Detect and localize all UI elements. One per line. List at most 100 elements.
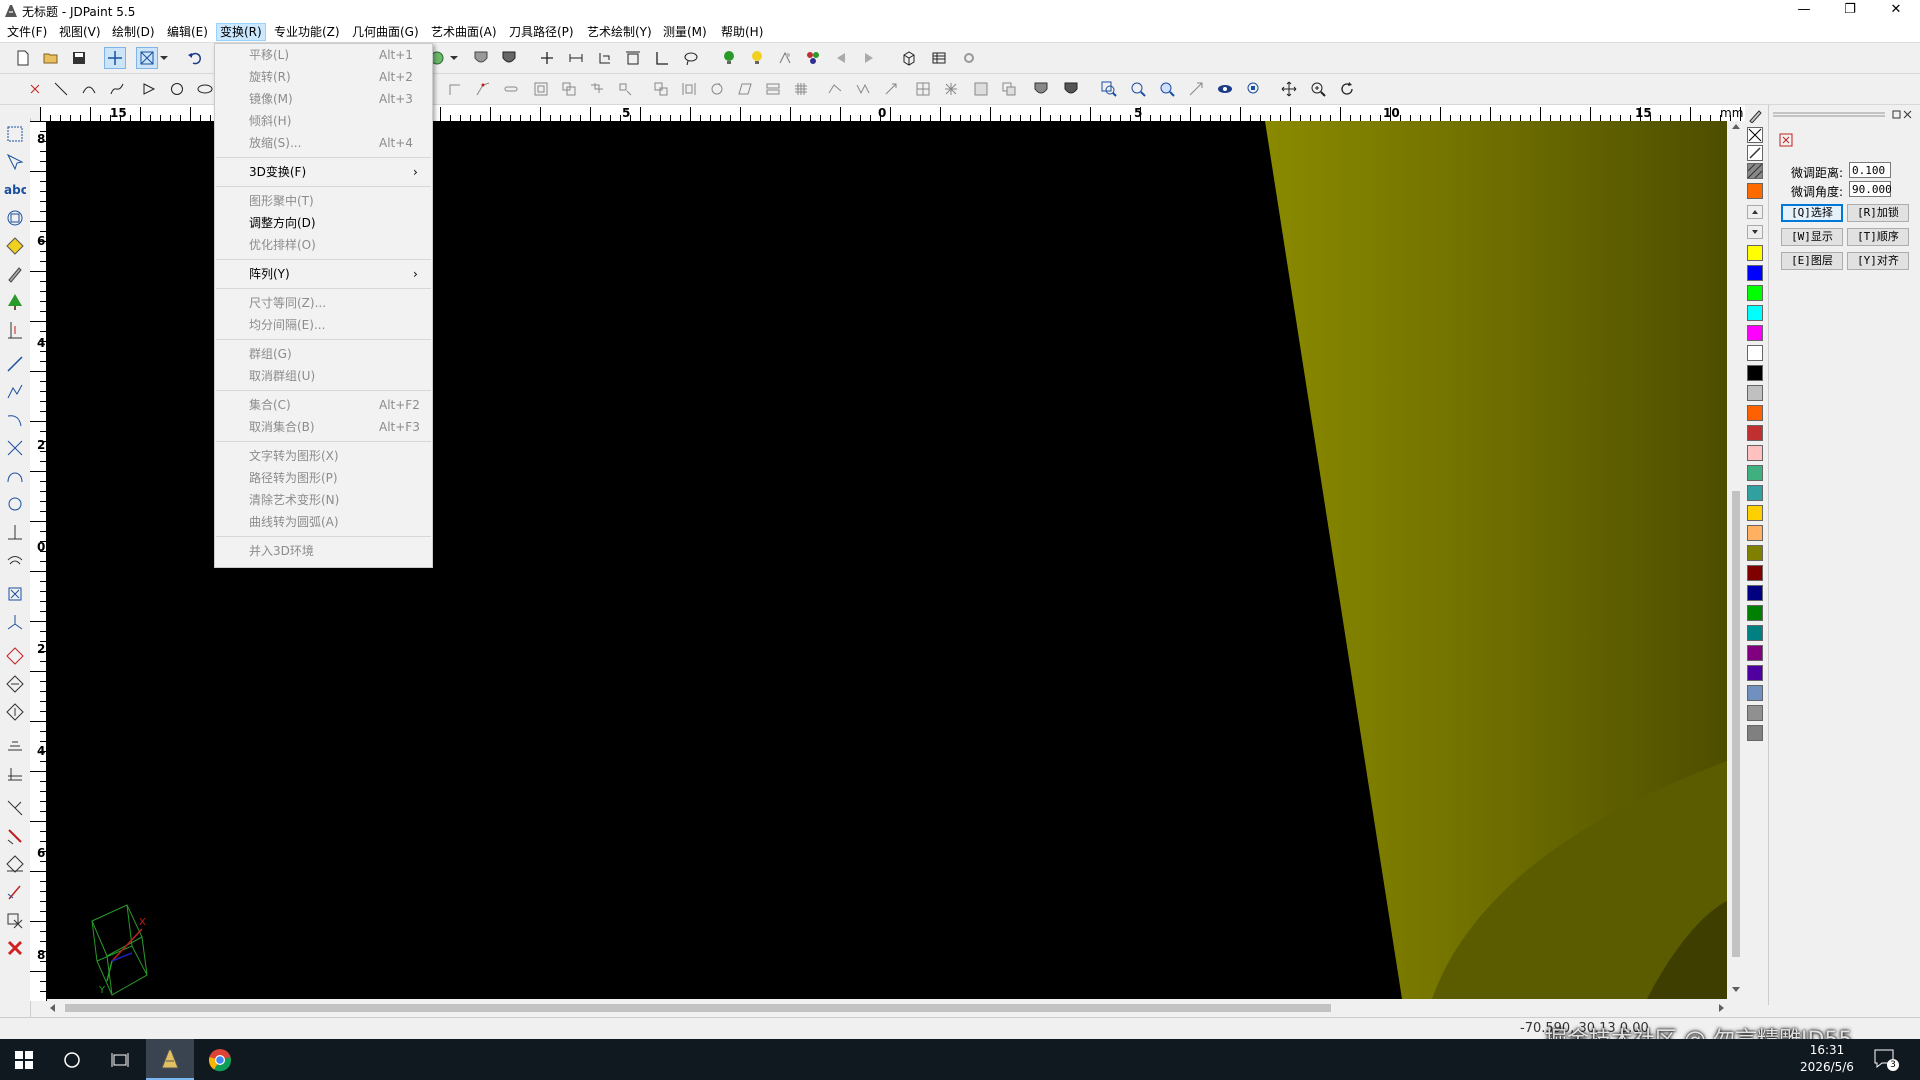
- menu-pro-functions[interactable]: 专业功能(Z): [271, 24, 343, 40]
- palette-scroll-up-button[interactable]: [1747, 205, 1763, 219]
- color-swatch[interactable]: [1747, 245, 1763, 261]
- pencil-tool-button[interactable]: [1747, 109, 1763, 124]
- color-swatch[interactable]: [1747, 345, 1763, 361]
- spline-tool-button[interactable]: [106, 78, 128, 100]
- project-tool-button[interactable]: [3, 852, 27, 876]
- menu-transform[interactable]: 变换(R): [216, 23, 266, 41]
- menu-item-optimize-nesting[interactable]: 优化排样(O): [215, 234, 432, 256]
- menu-item-clear-art-deform[interactable]: 清除艺术变形(N): [215, 489, 432, 511]
- polyline-tool-button[interactable]: [3, 380, 27, 404]
- menu-draw[interactable]: 绘制(D): [109, 24, 158, 40]
- view-eye-button[interactable]: [1214, 78, 1236, 100]
- curve-tool-button[interactable]: [3, 464, 27, 488]
- cut-tool-button[interactable]: [3, 796, 27, 820]
- menu-item-array[interactable]: 阵列(Y) ›: [215, 263, 432, 285]
- menu-art-draw[interactable]: 艺术绘制(Y): [584, 24, 655, 40]
- menu-art-surface[interactable]: 艺术曲面(A): [428, 24, 500, 40]
- menu-toolpath[interactable]: 刀具路径(P): [506, 24, 577, 40]
- nudge-distance-input[interactable]: 0.100: [1849, 162, 1891, 178]
- arc-tool-button[interactable]: [78, 78, 100, 100]
- lasso-button[interactable]: [680, 47, 702, 69]
- surface-c-tool-button[interactable]: [3, 700, 27, 724]
- text-tool-button[interactable]: abc: [3, 178, 27, 202]
- display-w-button[interactable]: [W]显示: [1781, 228, 1843, 246]
- perpendicular-tool-button[interactable]: [3, 520, 27, 544]
- delete-tool-button[interactable]: [3, 936, 27, 960]
- zoom-selected-button[interactable]: [1243, 78, 1265, 100]
- color-balls-button[interactable]: [802, 47, 824, 69]
- tool-c-button[interactable]: [614, 78, 636, 100]
- color-swatch[interactable]: [1747, 565, 1763, 581]
- color-swatch[interactable]: [1747, 385, 1763, 401]
- taskbar-jdpaint[interactable]: [146, 1039, 194, 1080]
- remove-tool-button[interactable]: [3, 824, 27, 848]
- taskbar-chrome[interactable]: [196, 1039, 244, 1080]
- table-button[interactable]: [928, 47, 950, 69]
- settings-gray-button[interactable]: [958, 47, 980, 69]
- menu-item-skew[interactable]: 倾斜(H): [215, 110, 432, 132]
- horizontal-scrollbar[interactable]: [47, 999, 1727, 1017]
- menu-measure[interactable]: 测量(M): [660, 24, 710, 40]
- circle-tool-button[interactable]: [166, 78, 188, 100]
- arrow-forward-button[interactable]: [858, 47, 880, 69]
- menu-item-mirror[interactable]: 镜像(M) Alt+3: [215, 88, 432, 110]
- menu-item-adjust-direction[interactable]: 调整方向(D): [215, 212, 432, 234]
- vertical-scrollbar[interactable]: [1727, 121, 1745, 999]
- current-color-swatch[interactable]: [1747, 183, 1763, 199]
- axis-tool-button[interactable]: [3, 610, 27, 634]
- render-light-button[interactable]: [718, 47, 740, 69]
- transform-tool-button[interactable]: [3, 206, 27, 230]
- menu-edit[interactable]: 编辑(E): [164, 24, 211, 40]
- menu-file[interactable]: 文件(F): [4, 24, 50, 40]
- menu-item-uncombine[interactable]: 取消集合(B) Alt+F3: [215, 416, 432, 438]
- ellipse-tool-button[interactable]: [194, 78, 216, 100]
- grid-array-button[interactable]: [790, 78, 812, 100]
- shield-outline-button[interactable]: [1030, 78, 1052, 100]
- shield-solid-button[interactable]: [1060, 78, 1082, 100]
- color-swatch[interactable]: [1747, 545, 1763, 561]
- arrow-back-button[interactable]: [830, 47, 852, 69]
- search-button[interactable]: [48, 1039, 96, 1080]
- slot-button[interactable]: [500, 78, 522, 100]
- save-button[interactable]: [68, 47, 90, 69]
- offset-box-button[interactable]: [530, 78, 552, 100]
- color-swatch[interactable]: [1747, 505, 1763, 521]
- model-box-button[interactable]: [898, 47, 920, 69]
- menu-item-scale[interactable]: 放缩(S)... Alt+4: [215, 132, 432, 154]
- node-a-button[interactable]: [824, 78, 846, 100]
- texture-swatch[interactable]: [1747, 163, 1763, 179]
- align-a-button[interactable]: [650, 78, 672, 100]
- minimize-button[interactable]: —: [1781, 0, 1827, 22]
- skew-button[interactable]: [734, 78, 756, 100]
- task-view-button[interactable]: [96, 1039, 144, 1080]
- cross-tool-button[interactable]: [3, 436, 27, 460]
- start-button[interactable]: [0, 1039, 48, 1080]
- zoom-extent-button[interactable]: [1185, 78, 1207, 100]
- menu-item-path-to-shape[interactable]: 路径转为图形(P): [215, 467, 432, 489]
- frame-button[interactable]: [622, 47, 644, 69]
- scatter-button[interactable]: [940, 78, 962, 100]
- trim-button[interactable]: [594, 47, 616, 69]
- zoom-window-button[interactable]: [1098, 78, 1120, 100]
- layer-b-button[interactable]: [998, 78, 1020, 100]
- menu-item-rotate[interactable]: 旋转(R) Alt+2: [215, 66, 432, 88]
- layer-x-tool-button[interactable]: [3, 908, 27, 932]
- corner-button[interactable]: [651, 47, 673, 69]
- shade-dropdown-button[interactable]: [448, 47, 460, 69]
- select-q-button[interactable]: [Q]选择: [1781, 204, 1843, 222]
- menu-item-combine[interactable]: 集合(C) Alt+F2: [215, 394, 432, 416]
- select-tool-button[interactable]: [3, 122, 27, 146]
- pen-tool-button[interactable]: [3, 262, 27, 286]
- close-button[interactable]: ✕: [1873, 0, 1919, 22]
- surface-a-tool-button[interactable]: [3, 644, 27, 668]
- rotate-copy-button[interactable]: [706, 78, 728, 100]
- delete-small-button[interactable]: [24, 78, 46, 100]
- order-t-button[interactable]: [T]顺序: [1847, 228, 1909, 246]
- node-edit-tool-button[interactable]: [3, 150, 27, 174]
- nudge-angle-input[interactable]: 90.000: [1849, 181, 1892, 197]
- fill-tool-button[interactable]: [3, 234, 27, 258]
- extrude-tool-button[interactable]: [3, 734, 27, 758]
- eyedropper-swatch[interactable]: [1747, 145, 1763, 161]
- dimension-button[interactable]: [565, 47, 587, 69]
- select-box-button[interactable]: [136, 47, 158, 69]
